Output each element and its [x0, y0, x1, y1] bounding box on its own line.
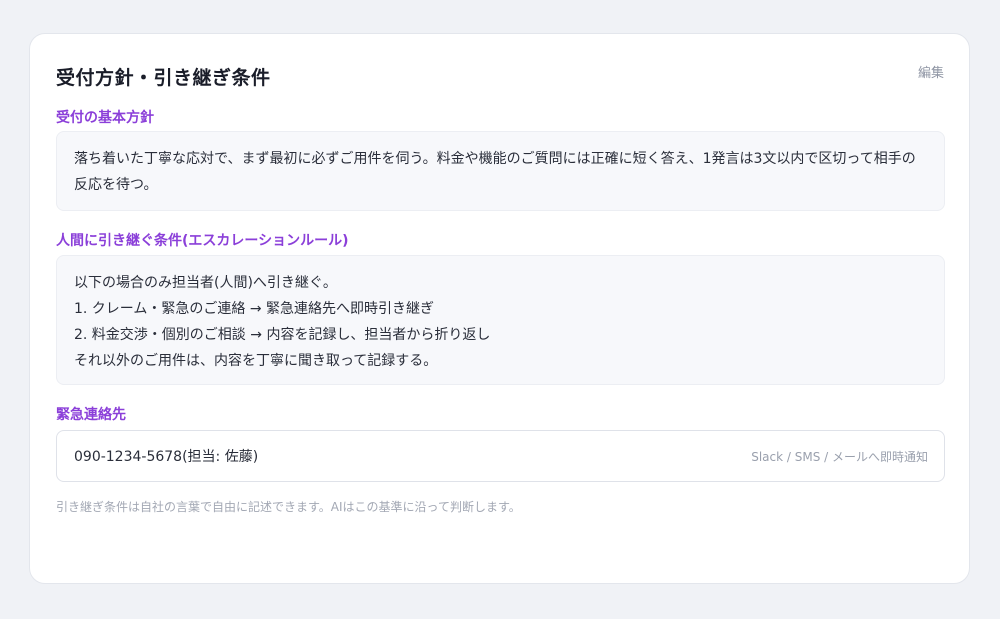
escalation-line: 1. クレーム・緊急のご連絡 → 緊急連絡先へ即時引き継ぎ	[74, 301, 435, 317]
emergency-label: 緊急連絡先	[56, 407, 126, 423]
escalation-label: 人間に引き継ぐ条件(エスカレーションルール)	[56, 233, 349, 249]
emergency-contact-value: 090-1234-5678(担当: 佐藤)	[74, 449, 259, 465]
escalation-line: 2. 料金交渉・個別のご相談 → 内容を記録し、担当者から折り返し	[74, 327, 491, 343]
footnote: 引き継ぎ条件は自社の言葉で自由に記述できます。AIはこの基準に沿って判断します。	[56, 500, 521, 514]
policy-text-box: 落ち着いた丁寧な応対で、まず最初に必ずご用件を伺う。料金や機能のご質問には正確に…	[56, 131, 945, 211]
emergency-contact-field[interactable]: 090-1234-5678(担当: 佐藤) Slack / SMS / メールへ…	[56, 430, 945, 482]
escalation-text-box: 以下の場合のみ担当者(人間)へ引き継ぐ。 1. クレーム・緊急のご連絡 → 緊急…	[56, 255, 945, 385]
escalation-line: 以下の場合のみ担当者(人間)へ引き継ぐ。	[74, 275, 337, 291]
card-title: 受付方針・引き継ぎ条件	[56, 67, 271, 89]
notification-hint: Slack / SMS / メールへ即時通知	[751, 449, 928, 464]
escalation-line: それ以外のご用件は、内容を丁寧に聞き取って記録する。	[74, 353, 438, 369]
policy-label: 受付の基本方針	[56, 110, 154, 126]
edit-link[interactable]: 編集	[918, 62, 944, 81]
policy-text: 落ち着いた丁寧な応対で、まず最初に必ずご用件を伺う。料金や機能のご質問には正確に…	[74, 151, 916, 193]
settings-card: 受付方針・引き継ぎ条件 編集 受付の基本方針 落ち着いた丁寧な応対で、まず最初に…	[29, 33, 970, 584]
